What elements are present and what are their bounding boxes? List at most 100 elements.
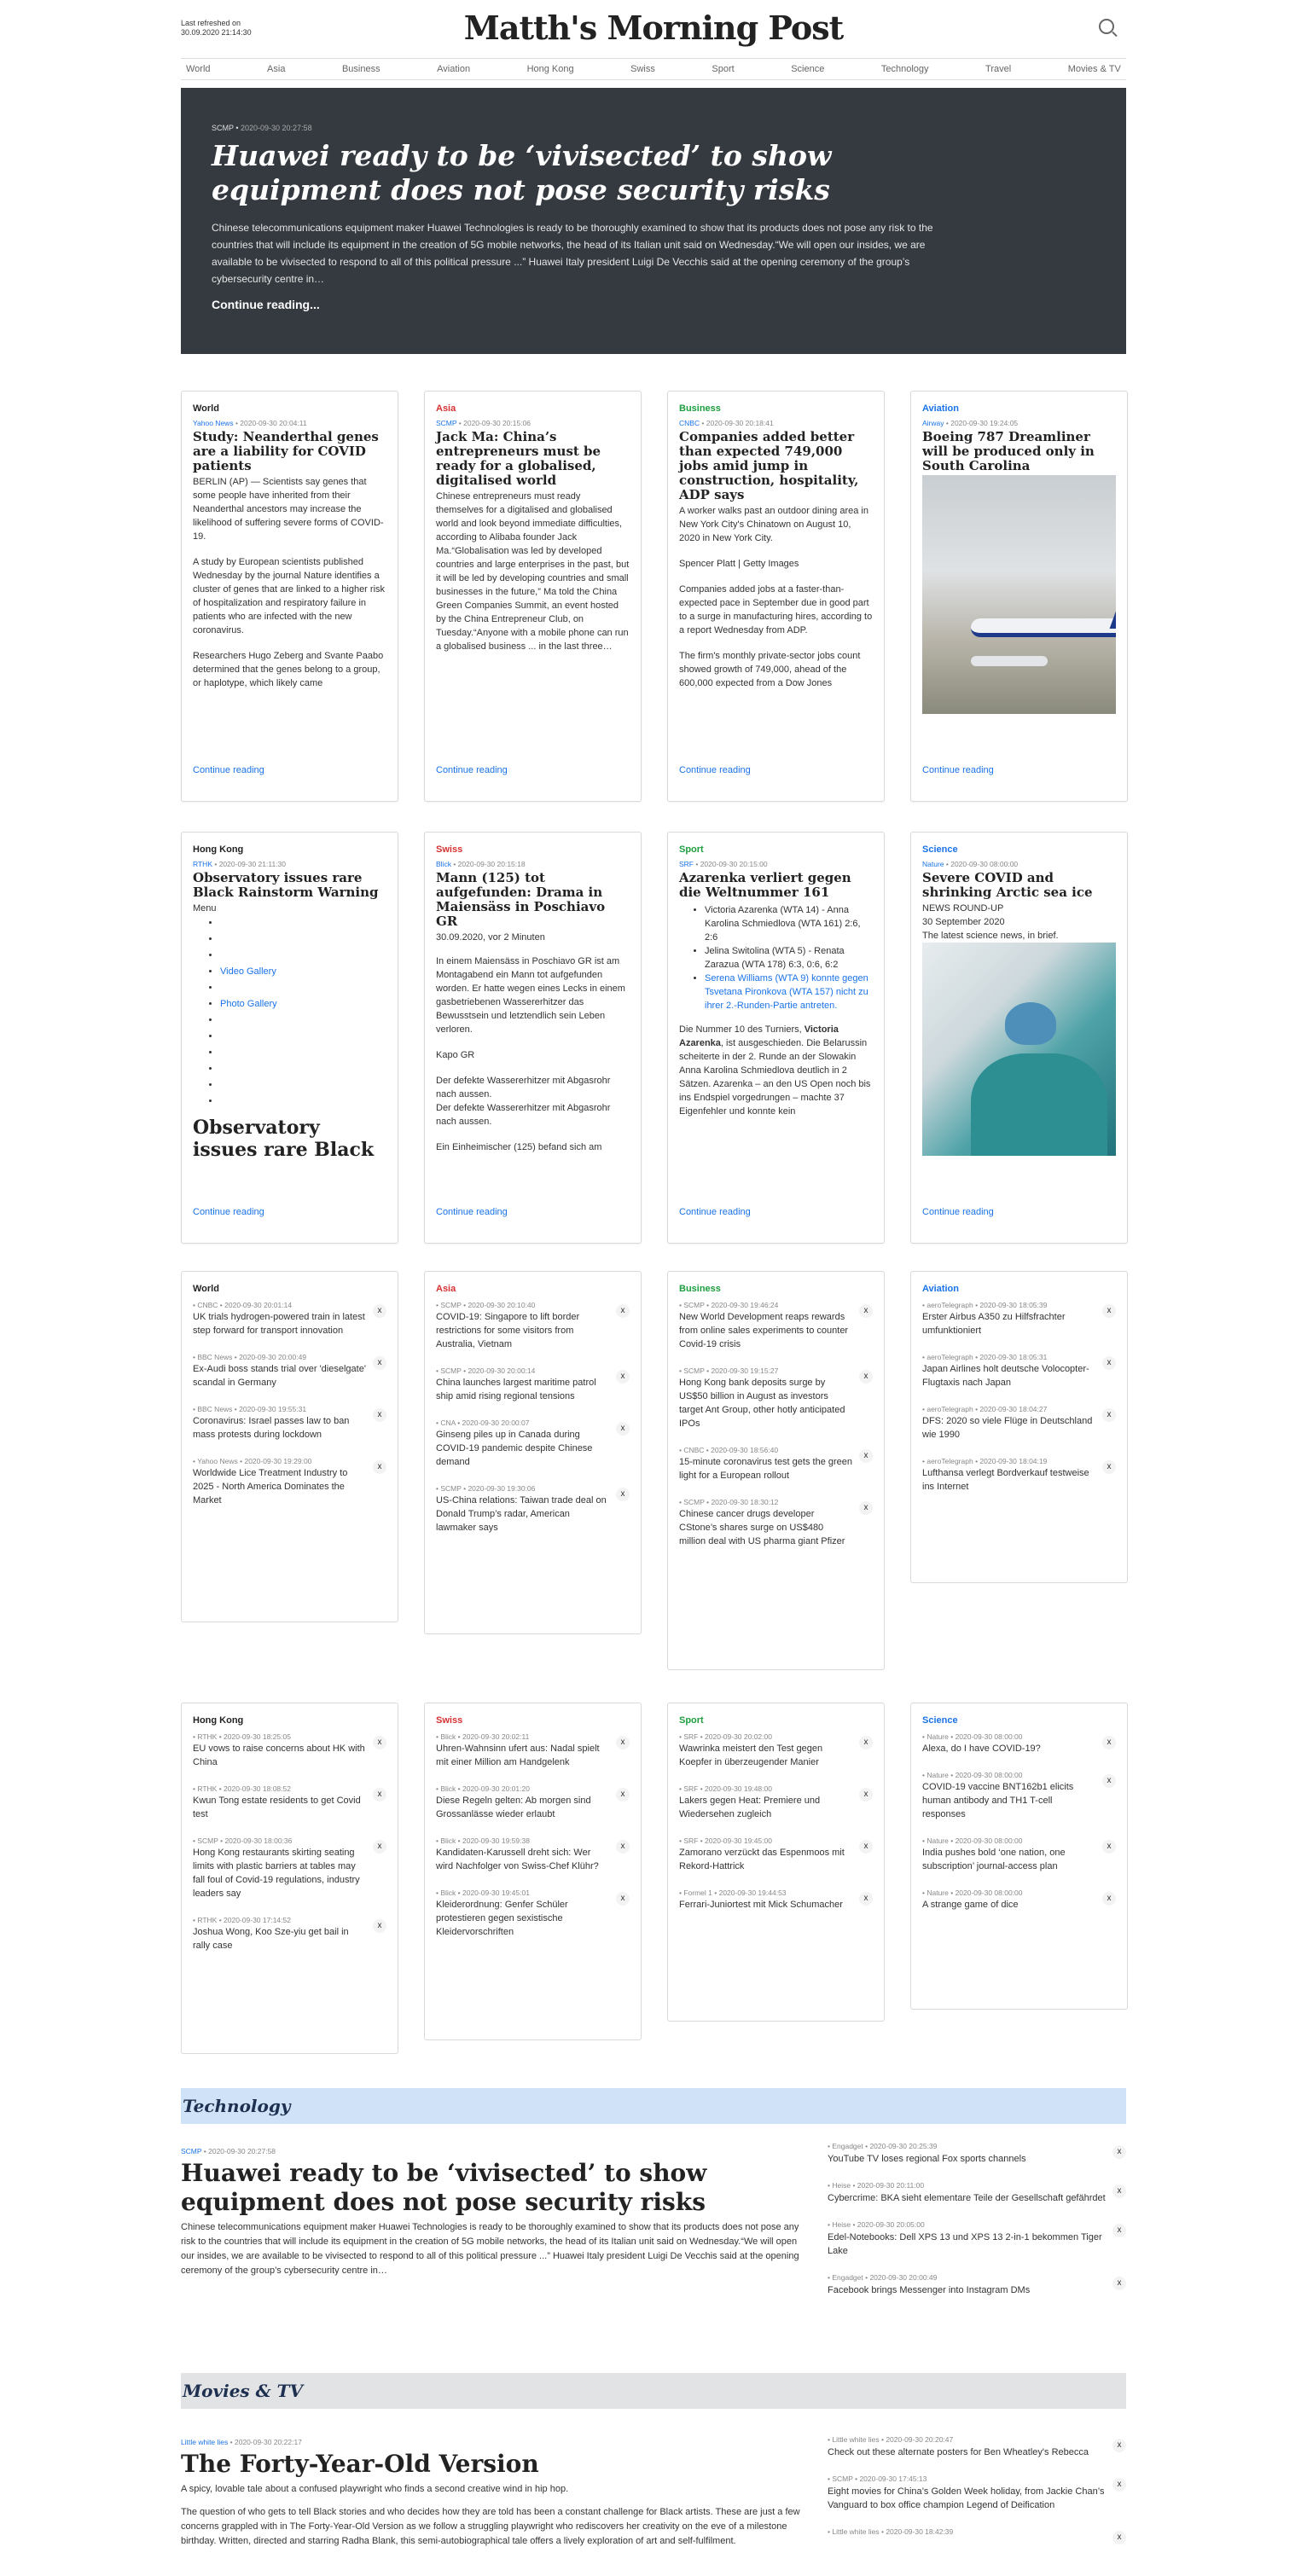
article-source[interactable]: Little white lies [181, 2438, 228, 2446]
dismiss-button[interactable]: x [859, 1840, 873, 1854]
side-list-item[interactable]: • SCMP • 2020-09-30 17:45:13 Eight movies… [828, 2474, 1126, 2512]
list-item[interactable]: • SRF • 2020-09-30 19:45:00 Zamorano verz… [679, 1836, 873, 1873]
card-title[interactable]: Boeing 787 Dreamliner will be produced o… [922, 430, 1116, 473]
item-title[interactable]: Kwun Tong estate residents to get Covid … [193, 1794, 366, 1821]
card-source[interactable]: RTHK [193, 860, 212, 868]
dismiss-button[interactable]: x [1112, 2439, 1126, 2452]
item-source[interactable]: Yahoo News [197, 1457, 238, 1465]
dismiss-button[interactable]: x [859, 1449, 873, 1463]
item-source[interactable]: RTHK [197, 1916, 217, 1924]
list-item[interactable]: • Nature • 2020-09-30 08:00:00 A strange … [922, 1888, 1116, 1912]
menu-link[interactable]: Video Gallery [220, 966, 276, 977]
dismiss-button[interactable]: x [1102, 1356, 1116, 1370]
item-title[interactable]: China launches largest maritime patrol s… [436, 1376, 609, 1403]
hero-continue-link[interactable]: Continue reading... [212, 298, 1095, 311]
list-item[interactable]: • Blick • 2020-09-30 19:59:38 Kandidaten-… [436, 1836, 630, 1873]
dismiss-button[interactable]: x [859, 1788, 873, 1801]
item-source[interactable]: Little white lies [832, 2435, 879, 2444]
list-item[interactable]: • SCMP • 2020-09-30 19:15:27 Hong Kong ba… [679, 1366, 873, 1430]
list-item[interactable]: • BBC News • 2020-09-30 20:00:49 Ex-Audi … [193, 1353, 386, 1390]
list-item[interactable]: • Formel 1 • 2020-09-30 19:44:53 Ferrari-… [679, 1888, 873, 1912]
card-source[interactable]: Nature [922, 860, 944, 868]
dismiss-button[interactable]: x [616, 1304, 630, 1318]
list-item[interactable]: • Blick • 2020-09-30 20:02:11 Uhren-Wahns… [436, 1732, 630, 1769]
side-list-item[interactable]: • Heise • 2020-09-30 20:05:00 Edel-Notebo… [828, 2220, 1126, 2258]
item-title[interactable]: Kandidaten-Karussell dreht sich: Wer wir… [436, 1846, 609, 1873]
dismiss-button[interactable]: x [373, 1919, 386, 1933]
card-source[interactable]: SCMP [436, 419, 456, 427]
card-category[interactable]: World [193, 403, 386, 414]
item-source[interactable]: SCMP [832, 2474, 852, 2483]
list-category[interactable]: Hong Kong [193, 1715, 386, 1726]
item-source[interactable]: Formel 1 [683, 1888, 712, 1897]
list-item[interactable]: • SCMP • 2020-09-30 20:00:14 China launch… [436, 1366, 630, 1403]
nav-item[interactable]: Asia [267, 64, 285, 74]
item-title[interactable]: UK trials hydrogen-powered train in late… [193, 1310, 366, 1337]
dismiss-button[interactable]: x [859, 1304, 873, 1318]
item-source[interactable]: Little white lies [832, 2527, 879, 2536]
list-item[interactable]: • SCMP • 2020-09-30 20:10:40 COVID-19: Si… [436, 1301, 630, 1351]
list-item[interactable]: • SCMP • 2020-09-30 18:30:12 Chinese canc… [679, 1498, 873, 1548]
dismiss-button[interactable]: x [1102, 1736, 1116, 1749]
list-category[interactable]: World [193, 1284, 386, 1294]
dismiss-button[interactable]: x [859, 1892, 873, 1906]
item-source[interactable]: Heise [832, 2181, 851, 2190]
list-item[interactable]: • RTHK • 2020-09-30 17:14:52 Joshua Wong,… [193, 1916, 386, 1952]
list-item[interactable]: • aeroTelegraph • 2020-09-30 18:04:27 DFS… [922, 1405, 1116, 1442]
item-title[interactable]: Diese Regeln gelten: Ab morgen sind Gros… [436, 1794, 609, 1821]
menu-link[interactable]: Photo Gallery [220, 999, 277, 1009]
item-title[interactable]: Japan Airlines holt deutsche Volocopter-… [922, 1362, 1095, 1390]
item-title[interactable]: Joshua Wong, Koo Sze-yiu get bail in ral… [193, 1925, 366, 1952]
continue-reading-link[interactable]: Continue reading [679, 765, 751, 775]
item-title[interactable]: COVID-19: Singapore to lift border restr… [436, 1310, 609, 1351]
item-title[interactable]: A strange game of dice [922, 1898, 1095, 1912]
item-source[interactable]: Nature [927, 1771, 949, 1779]
list-item[interactable]: • SRF • 2020-09-30 20:02:00 Wawrinka meis… [679, 1732, 873, 1769]
item-source[interactable]: SRF [683, 1836, 698, 1845]
item-source[interactable]: SCMP [440, 1366, 461, 1375]
list-item[interactable]: • Blick • 2020-09-30 20:01:20 Diese Regel… [436, 1784, 630, 1821]
dismiss-button[interactable]: x [1112, 2277, 1126, 2290]
side-list-item[interactable]: • Heise • 2020-09-30 20:11:00 Cybercrime:… [828, 2181, 1126, 2205]
item-source[interactable]: Blick [440, 1836, 456, 1845]
list-item[interactable]: • aeroTelegraph • 2020-09-30 18:05:39 Ers… [922, 1301, 1116, 1337]
dismiss-button[interactable]: x [373, 1460, 386, 1474]
nav-item[interactable]: Travel [985, 64, 1011, 74]
item-title[interactable]: Alexa, do I have COVID-19? [922, 1742, 1095, 1755]
dismiss-button[interactable]: x [373, 1788, 386, 1801]
item-title[interactable]: Check out these alternate posters for Be… [828, 2445, 1106, 2459]
list-item[interactable]: • Blick • 2020-09-30 19:45:01 Kleiderordn… [436, 1888, 630, 1939]
dismiss-button[interactable]: x [1102, 1460, 1116, 1474]
nav-item[interactable]: Business [342, 64, 380, 74]
side-list-item[interactable]: • Engadget • 2020-09-30 20:25:39 YouTube … [828, 2142, 1126, 2166]
item-title[interactable]: Ginseng piles up in Canada during COVID-… [436, 1428, 609, 1469]
card-source[interactable]: Airway [922, 419, 944, 427]
continue-reading-link[interactable]: Continue reading [436, 1207, 508, 1217]
list-category[interactable]: Business [679, 1284, 873, 1294]
item-source[interactable]: Engadget [832, 2273, 863, 2282]
dismiss-button[interactable]: x [1102, 1840, 1116, 1854]
dismiss-button[interactable]: x [1102, 1408, 1116, 1422]
list-item[interactable]: • CNBC • 2020-09-30 20:01:14 UK trials hy… [193, 1301, 386, 1337]
item-source[interactable]: Nature [927, 1836, 949, 1845]
item-title[interactable]: Ferrari-Juniortest mit Mick Schumacher [679, 1898, 852, 1912]
item-title[interactable]: Worldwide Lice Treatment Industry to 202… [193, 1466, 366, 1507]
item-title[interactable]: Wawrinka meistert den Test gegen Koepfer… [679, 1742, 852, 1769]
card-category[interactable]: Swiss [436, 844, 630, 855]
card-title[interactable]: Observatory issues rare Black Rainstorm … [193, 871, 386, 900]
list-item[interactable]: • Nature • 2020-09-30 08:00:00 India push… [922, 1836, 1116, 1873]
list-category[interactable]: Sport [679, 1715, 873, 1726]
item-source[interactable]: BBC News [197, 1405, 232, 1413]
site-title[interactable]: Matth's Morning Post [181, 9, 1126, 47]
card-title[interactable]: Study: Neanderthal genes are a liability… [193, 430, 386, 473]
dismiss-button[interactable]: x [1102, 1892, 1116, 1906]
item-title[interactable]: US-China relations: Taiwan trade deal on… [436, 1494, 609, 1535]
dismiss-button[interactable]: x [1112, 2184, 1126, 2198]
item-title[interactable]: Cybercrime: BKA sieht elementare Teile d… [828, 2191, 1106, 2205]
item-title[interactable]: Erster Airbus A350 zu Hilfsfrachter umfu… [922, 1310, 1095, 1337]
item-source[interactable]: CNA [440, 1419, 455, 1427]
dismiss-button[interactable]: x [373, 1736, 386, 1749]
nav-item[interactable]: Swiss [630, 64, 655, 74]
card-title[interactable]: Severe COVID and shrinking Arctic sea ic… [922, 871, 1116, 900]
card-category[interactable]: Hong Kong [193, 844, 386, 855]
